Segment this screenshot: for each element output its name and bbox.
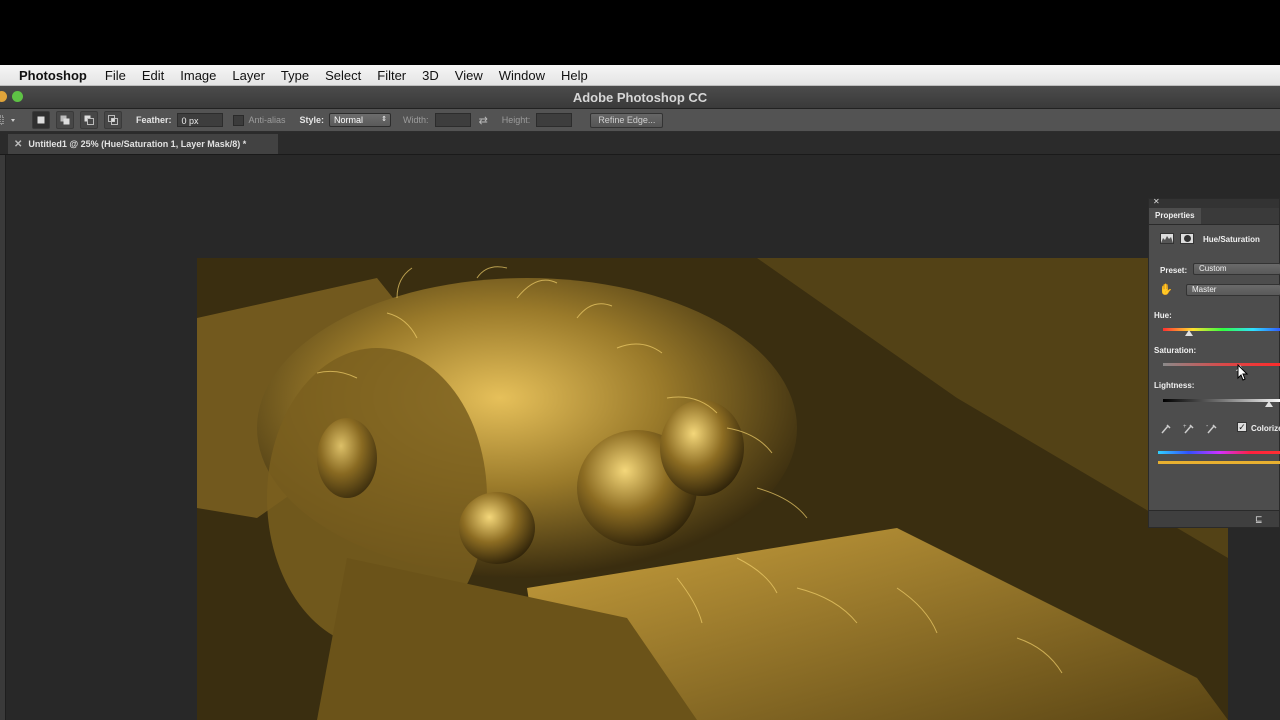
style-select[interactable]: Normal ⇕ <box>329 113 392 127</box>
spider-photo <box>197 258 1228 720</box>
window-title-bar: Adobe Photoshop CC <box>0 86 1280 109</box>
canvas-image[interactable] <box>197 258 1228 720</box>
eyedropper-plus-icon[interactable]: + <box>1183 422 1195 434</box>
document-tab-title: Untitled1 @ 25% (Hue/Saturation 1, Layer… <box>28 139 247 149</box>
menu-3d[interactable]: 3D <box>414 68 447 83</box>
menu-file[interactable]: File <box>97 68 134 83</box>
menu-window[interactable]: Window <box>491 68 553 83</box>
antialias-label: Anti-alias <box>248 115 286 125</box>
tools-panel-edge <box>0 155 6 720</box>
menu-view[interactable]: View <box>447 68 491 83</box>
width-label: Width: <box>403 115 429 125</box>
target-adjustment-hand-icon[interactable]: ✋ <box>1159 283 1173 296</box>
svg-text:+: + <box>1183 424 1187 430</box>
letterbox-top <box>0 0 1280 65</box>
hue-slider-track[interactable] <box>1163 328 1280 331</box>
mouse-cursor-icon <box>1237 364 1249 381</box>
clip-to-layer-icon[interactable]: ⊑ <box>1255 514 1269 524</box>
subtract-from-selection-button[interactable] <box>80 111 98 129</box>
panel-footer: ⊑ <box>1149 510 1279 527</box>
lightness-label: Lightness: <box>1154 381 1195 390</box>
add-to-selection-button[interactable] <box>56 111 74 129</box>
menu-image[interactable]: Image <box>172 68 224 83</box>
window-title: Adobe Photoshop CC <box>572 89 708 105</box>
adjustment-layer-icon[interactable] <box>1160 233 1174 244</box>
menu-filter[interactable]: Filter <box>369 68 414 83</box>
saturation-slider-track[interactable] <box>1163 363 1280 366</box>
preset-label: Preset: <box>1160 266 1188 275</box>
feather-input[interactable]: 0 px <box>176 113 223 127</box>
channel-select[interactable]: Master <box>1186 284 1280 296</box>
menu-type[interactable]: Type <box>273 68 317 83</box>
add-selection-icon <box>60 115 70 125</box>
mask-circle-icon <box>1183 235 1191 242</box>
layer-mask-icon[interactable] <box>1180 233 1194 244</box>
svg-text:-: - <box>1206 423 1209 430</box>
height-label: Height: <box>501 115 531 125</box>
menu-select[interactable]: Select <box>317 68 369 83</box>
saturation-label: Saturation: <box>1154 346 1197 355</box>
style-label: Style: <box>299 115 325 125</box>
lightness-slider-track[interactable] <box>1163 399 1280 402</box>
eyedropper-minus-icon[interactable]: - <box>1206 422 1218 434</box>
new-selection-icon <box>37 116 45 124</box>
properties-panel: ✕ Properties Hue/Saturation Preset: Cust… <box>1148 197 1280 528</box>
minimize-window-button[interactable] <box>0 91 7 102</box>
antialias-checkbox[interactable] <box>232 114 244 126</box>
tab-properties[interactable]: Properties <box>1149 208 1201 224</box>
intersect-selection-button[interactable] <box>104 111 122 129</box>
zoom-window-button[interactable] <box>12 91 23 102</box>
intersect-selection-icon <box>108 115 118 125</box>
menu-bar: Photoshop File Edit Image Layer Type Sel… <box>0 65 1280 86</box>
colorize-checkbox[interactable]: ✓ <box>1237 422 1247 432</box>
input-spectrum-bar <box>1158 451 1280 454</box>
close-panel-icon[interactable]: ✕ <box>1153 197 1160 206</box>
hue-slider-thumb[interactable] <box>1185 330 1194 336</box>
select-arrows-icon: ⇕ <box>381 116 388 123</box>
menu-edit[interactable]: Edit <box>134 68 172 83</box>
output-spectrum-bar <box>1158 461 1280 464</box>
adjustment-header: Hue/Saturation <box>1149 231 1280 247</box>
new-selection-button[interactable] <box>32 111 50 129</box>
panel-top-strip: ✕ <box>1149 197 1279 208</box>
refine-edge-button[interactable]: Refine Edge... <box>590 112 664 128</box>
adjustment-name: Hue/Saturation <box>1203 235 1260 244</box>
swap-width-height-icon[interactable]: ⇄ <box>479 114 488 127</box>
eyedropper-icon[interactable] <box>1160 422 1172 434</box>
menu-layer[interactable]: Layer <box>224 68 273 83</box>
options-bar: Feather: 0 px Anti-alias Style: Normal ⇕… <box>0 109 1280 132</box>
colorize-label: Colorize <box>1251 424 1280 433</box>
document-tab-bar: ✕ Untitled1 @ 25% (Hue/Saturation 1, Lay… <box>0 132 1280 155</box>
style-select-value: Normal <box>334 115 364 125</box>
preset-select[interactable]: Custom <box>1193 263 1280 275</box>
panel-tab-row: Properties <box>1149 208 1279 225</box>
close-document-icon[interactable]: ✕ <box>14 139 22 150</box>
document-tab[interactable]: ✕ Untitled1 @ 25% (Hue/Saturation 1, Lay… <box>8 134 278 154</box>
height-input[interactable] <box>536 113 573 127</box>
marquee-tool-icon <box>0 115 15 125</box>
feather-label: Feather: <box>136 115 172 125</box>
tool-preset-picker[interactable] <box>0 115 20 125</box>
hue-label: Hue: <box>1154 311 1172 320</box>
histogram-icon <box>1161 236 1173 243</box>
window-controls <box>0 91 23 102</box>
subtract-selection-icon <box>84 115 94 125</box>
menu-help[interactable]: Help <box>553 68 596 83</box>
menu-app-name[interactable]: Photoshop <box>16 68 97 83</box>
width-input[interactable] <box>434 113 471 127</box>
lightness-slider-thumb[interactable] <box>1264 401 1273 407</box>
